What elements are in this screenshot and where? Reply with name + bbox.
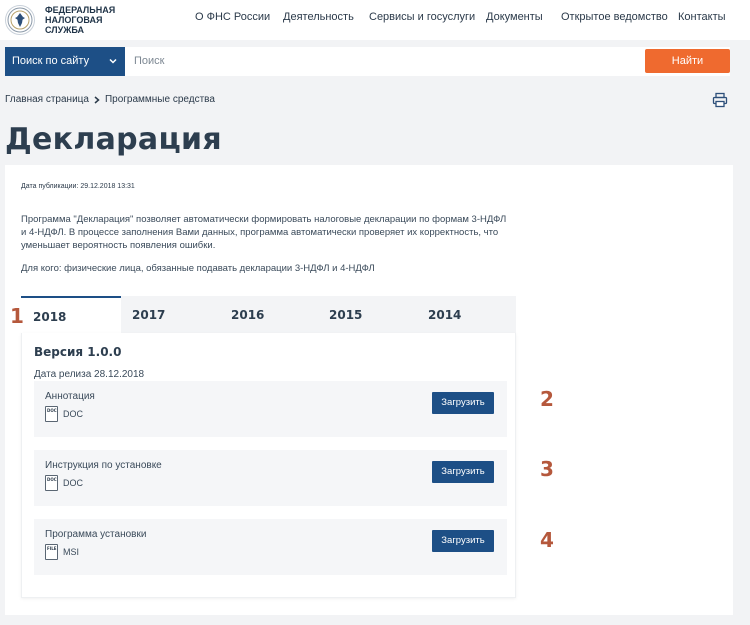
doc-file-icon: DOC: [45, 406, 58, 422]
page-title: Декларация: [5, 122, 222, 157]
file-extension: DOC: [63, 478, 83, 488]
breadcrumb: Главная страница Программные средства: [5, 94, 215, 105]
file-type: FILE MSI: [45, 544, 79, 560]
nav-about[interactable]: О ФНС России: [195, 11, 270, 23]
main-nav: О ФНС России Деятельность Сервисы и госу…: [0, 11, 750, 27]
tab-2016[interactable]: 2016: [231, 296, 264, 333]
nav-contacts[interactable]: Контакты: [678, 11, 726, 23]
description-line: Программа "Декларация" позволяет автомат…: [21, 214, 507, 225]
file-row-instruction: Инструкция по установке DOC DOC Загрузит…: [34, 450, 507, 506]
search-scope-label: Поиск по сайту: [12, 55, 90, 67]
file-extension: MSI: [63, 547, 80, 557]
download-button[interactable]: Загрузить: [432, 461, 494, 483]
file-icon-label: DOC: [47, 477, 57, 482]
file-row-annotation: Аннотация DOC DOC Загрузить: [34, 381, 507, 437]
description-line: и 4-НДФЛ. В процессе заполнения Вами дан…: [21, 227, 499, 238]
file-icon-label: FILE: [47, 546, 57, 551]
tab-panel: Версия 1.0.0 Дата релиза 28.12.2018 Анно…: [21, 333, 516, 598]
tab-2017[interactable]: 2017: [132, 296, 165, 333]
tab-2015[interactable]: 2015: [329, 296, 362, 333]
tab-2018[interactable]: 2018: [21, 296, 121, 333]
site-header: Федеральная налоговая служба О ФНС Росси…: [0, 0, 750, 40]
doc-file-icon: DOC: [45, 475, 58, 491]
release-date: Дата релиза 28.12.2018: [34, 369, 145, 380]
publication-date: Дата публикации: 29.12.2018 13:31: [21, 183, 135, 190]
program-description: Программа "Декларация" позволяет автомат…: [21, 213, 521, 252]
file-type: DOC DOC: [45, 475, 83, 491]
annotation-marker: 3: [540, 457, 554, 481]
nav-open-agency[interactable]: Открытое ведомство: [561, 11, 668, 23]
msi-file-icon: FILE: [45, 544, 58, 560]
chevron-right-icon: [94, 95, 100, 104]
file-type: DOC DOC: [45, 406, 83, 422]
download-button[interactable]: Загрузить: [432, 530, 494, 552]
content-card: Дата публикации: 29.12.2018 13:31 Програ…: [5, 165, 733, 615]
file-title[interactable]: Инструкция по установке: [45, 460, 162, 471]
search-input[interactable]: [134, 55, 434, 67]
chevron-down-icon: [109, 58, 117, 64]
tab-2014[interactable]: 2014: [428, 296, 461, 333]
year-tabs: 2018 2017 2016 2015 2014: [21, 296, 516, 333]
file-icon-label: DOC: [47, 408, 57, 413]
version-heading: Версия 1.0.0: [34, 345, 122, 359]
breadcrumb-home[interactable]: Главная страница: [5, 94, 89, 105]
annotation-marker: 4: [540, 528, 554, 552]
file-title[interactable]: Программа установки: [45, 529, 146, 540]
print-icon[interactable]: [712, 92, 728, 108]
nav-documents[interactable]: Документы: [486, 11, 543, 23]
search-button[interactable]: Найти: [645, 49, 730, 73]
search-scope-select[interactable]: Поиск по сайту: [5, 47, 125, 76]
download-button[interactable]: Загрузить: [432, 392, 494, 414]
search-bar: Поиск по сайту Найти: [5, 47, 730, 76]
nav-activity[interactable]: Деятельность: [283, 11, 354, 23]
annotation-marker: 1: [10, 304, 24, 328]
nav-services[interactable]: Сервисы и госуслуги: [369, 11, 475, 23]
file-title[interactable]: Аннотация: [45, 391, 95, 402]
breadcrumb-current[interactable]: Программные средства: [105, 94, 215, 105]
file-extension: DOC: [63, 409, 83, 419]
annotation-marker: 2: [540, 387, 554, 411]
file-row-installer: Программа установки FILE MSI Загрузить: [34, 519, 507, 575]
target-audience: Для кого: физические лица, обязанные под…: [21, 263, 375, 274]
description-line: уменьшает вероятность появления ошибки.: [21, 240, 216, 251]
